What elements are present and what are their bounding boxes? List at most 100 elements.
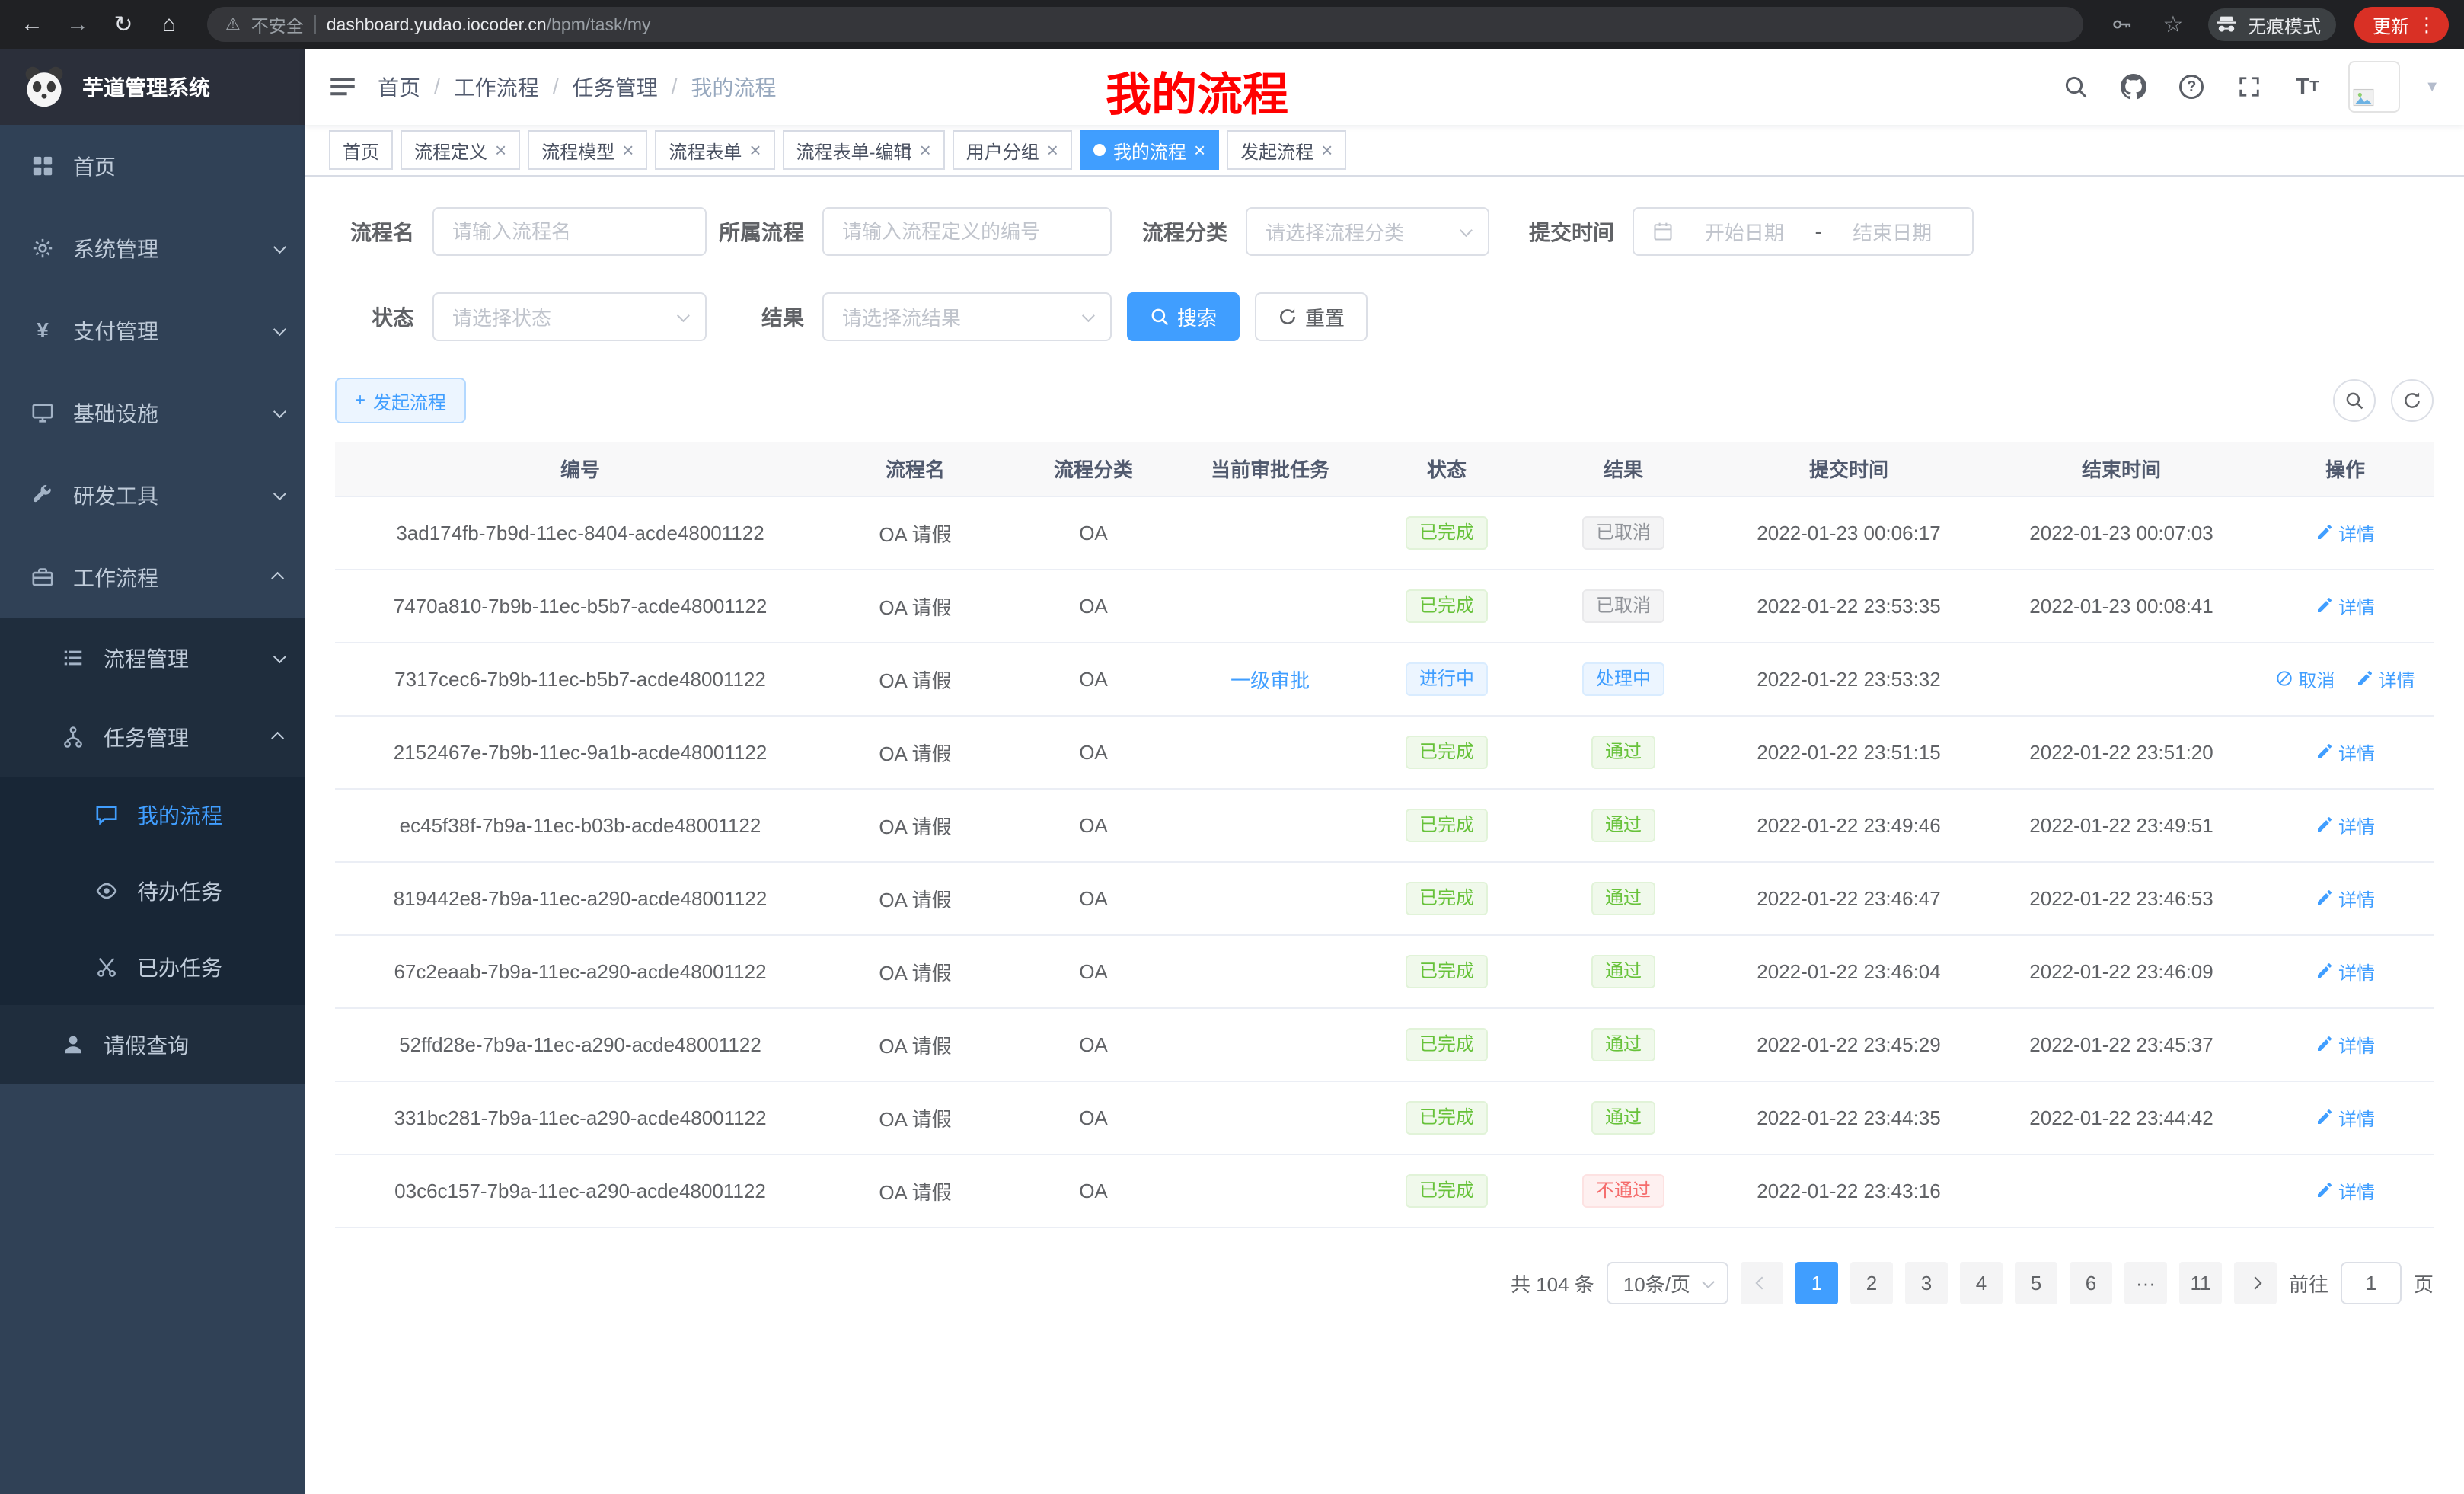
detail-link[interactable]: 详情 (2316, 958, 2375, 985)
page-button-6[interactable]: 6 (2070, 1262, 2112, 1304)
table-row: 2152467e-7b9b-11ec-9a1b-acde48001122 OA … (335, 716, 2434, 789)
sidebar-item-done-tasks[interactable]: 已办任务 (0, 929, 305, 1005)
sidebar-item-my-processes[interactable]: 我的流程 (0, 777, 305, 853)
tab-label: 流程定义 (414, 137, 487, 164)
result-select[interactable]: 请选择流结果 (822, 292, 1112, 341)
help-icon[interactable]: ? (2175, 70, 2208, 104)
kebab-menu-icon[interactable]: ⋮ (2417, 13, 2437, 37)
font-size-icon[interactable]: TT (2290, 70, 2324, 104)
detail-link[interactable]: 详情 (2316, 812, 2375, 838)
detail-link[interactable]: 详情 (2316, 739, 2375, 765)
process-name-label: 流程名 (335, 216, 432, 247)
status-select[interactable]: 请选择状态 (432, 292, 707, 341)
tab-home[interactable]: 首页 (329, 130, 393, 170)
sidebar-item-home[interactable]: 首页 (0, 125, 305, 207)
submit-time-range-picker[interactable]: 开始日期 - 结束日期 (1633, 207, 1974, 256)
tab-process-definition[interactable]: 流程定义 × (401, 130, 520, 170)
sidebar-item-task-management[interactable]: 任务管理 (0, 698, 305, 777)
tab-my-processes[interactable]: 我的流程× (1080, 130, 1219, 170)
refresh-table-button[interactable] (2391, 379, 2434, 422)
sidebar-item-payment[interactable]: ¥ 支付管理 (0, 289, 305, 372)
col-name: 流程名 (825, 442, 1005, 496)
sidebar-item-leave-query[interactable]: 请假查询 (0, 1005, 305, 1084)
logo-bar[interactable]: 芋道管理系统 (0, 49, 305, 125)
cancel-link[interactable]: 取消 (2275, 666, 2335, 692)
cell-task (1182, 570, 1358, 643)
process-def-input[interactable] (822, 207, 1112, 256)
page-button-1[interactable]: 1 (1795, 1262, 1838, 1304)
security-label[interactable]: 不安全 (251, 11, 304, 37)
toggle-search-button[interactable] (2333, 379, 2376, 422)
start-process-button[interactable]: + 发起流程 (335, 378, 466, 423)
tab-start-process[interactable]: 发起流程× (1227, 130, 1346, 170)
breadcrumb-item[interactable]: 首页 (378, 72, 420, 102)
goto-page-input[interactable] (2341, 1262, 2402, 1304)
update-button[interactable]: 更新 ⋮ (2354, 7, 2449, 43)
detail-link[interactable]: 详情 (2316, 1104, 2375, 1131)
detail-link[interactable]: 详情 (2316, 885, 2375, 911)
close-icon[interactable]: × (622, 140, 634, 160)
ellipsis-icon[interactable]: ··· (2124, 1262, 2167, 1304)
sidebar-item-devtools[interactable]: 研发工具 (0, 454, 305, 536)
close-icon[interactable]: × (749, 140, 761, 160)
tab-process-model[interactable]: 流程模型× (528, 130, 647, 170)
sidebar-item-system[interactable]: 系统管理 (0, 207, 305, 289)
hamburger-icon[interactable] (329, 73, 356, 101)
refresh-icon (1278, 307, 1297, 327)
task-link[interactable]: 一级审批 (1230, 669, 1310, 692)
prev-page-button[interactable] (1741, 1262, 1783, 1304)
close-icon[interactable]: × (1194, 140, 1205, 160)
search-button[interactable]: 搜索 (1127, 292, 1240, 341)
cell-submit-time: 2022-01-22 23:46:04 (1712, 935, 1986, 1008)
key-icon[interactable] (2105, 8, 2138, 41)
avatar-caret-icon[interactable]: ▼ (2424, 78, 2440, 96)
fullscreen-icon[interactable] (2233, 70, 2266, 104)
close-icon[interactable]: × (1047, 140, 1058, 160)
github-icon[interactable] (2117, 70, 2150, 104)
breadcrumb-item[interactable]: 任务管理 (573, 72, 658, 102)
star-icon[interactable]: ☆ (2156, 8, 2190, 41)
sidebar-item-infrastructure[interactable]: 基础设施 (0, 372, 305, 454)
page-button-4[interactable]: 4 (1960, 1262, 2003, 1304)
breadcrumb-item[interactable]: 工作流程 (454, 72, 539, 102)
search-icon[interactable] (2059, 70, 2092, 104)
reload-icon[interactable]: ↻ (107, 8, 140, 41)
page-button-3[interactable]: 3 (1905, 1262, 1948, 1304)
avatar[interactable] (2348, 61, 2400, 113)
close-icon[interactable]: × (1321, 140, 1333, 160)
end-date-placeholder[interactable]: 结束日期 (1830, 218, 1954, 246)
close-icon[interactable]: × (495, 140, 506, 160)
image-placeholder-icon (2353, 87, 2374, 108)
page-button-last[interactable]: 11 (2179, 1262, 2222, 1304)
chevron-down-icon (1460, 224, 1473, 237)
tab-process-form-edit[interactable]: 流程表单-编辑× (783, 130, 945, 170)
forward-icon[interactable]: → (61, 8, 94, 41)
tab-process-form[interactable]: 流程表单 × (655, 130, 774, 170)
back-icon[interactable]: ← (15, 8, 49, 41)
edit-icon (2316, 742, 2334, 761)
page-size-select[interactable]: 10条/页 (1607, 1262, 1728, 1304)
start-date-placeholder[interactable]: 开始日期 (1683, 218, 1806, 246)
close-icon[interactable]: × (920, 140, 931, 160)
sidebar-item-pending-tasks[interactable]: 待办任务 (0, 853, 305, 929)
detail-link[interactable]: 详情 (2316, 519, 2375, 546)
detail-link[interactable]: 详情 (2356, 666, 2415, 692)
tab-user-group[interactable]: 用户分组× (953, 130, 1072, 170)
sidebar-item-workflow[interactable]: 工作流程 (0, 536, 305, 618)
category-select[interactable]: 请选择流程分类 (1246, 207, 1489, 256)
next-page-button[interactable] (2234, 1262, 2277, 1304)
sidebar-item-process-management[interactable]: 流程管理 (0, 618, 305, 698)
start-process-label: 发起流程 (373, 388, 446, 414)
process-name-input[interactable] (432, 207, 707, 256)
detail-link[interactable]: 详情 (2316, 1031, 2375, 1058)
tab-label: 流程表单 (669, 137, 742, 164)
monitor-icon (30, 401, 55, 425)
detail-link[interactable]: 详情 (2316, 1177, 2375, 1204)
page-button-5[interactable]: 5 (2015, 1262, 2057, 1304)
home-icon[interactable]: ⌂ (152, 8, 186, 41)
reset-button[interactable]: 重置 (1255, 292, 1368, 341)
detail-link[interactable]: 详情 (2316, 592, 2375, 619)
cell-submit-time: 2022-01-22 23:46:47 (1712, 862, 1986, 935)
page-button-2[interactable]: 2 (1850, 1262, 1893, 1304)
address-bar[interactable]: ⚠ 不安全 dashboard.yudao.iocoder.cn/bpm/tas… (207, 7, 2083, 42)
